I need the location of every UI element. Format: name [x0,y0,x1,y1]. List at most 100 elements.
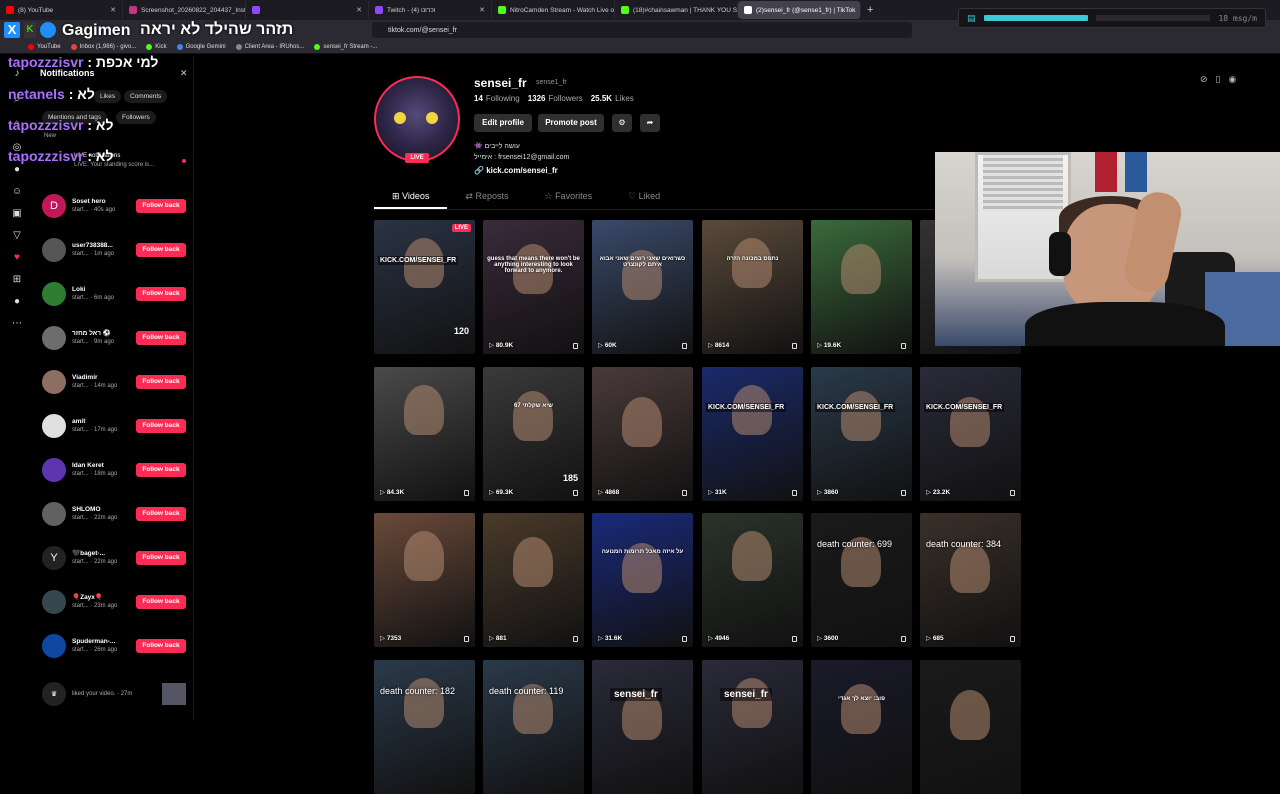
more-icon[interactable]: ⋯ [11,318,23,330]
avatar[interactable] [42,282,66,306]
list-item[interactable]: Spuderman-... start... · 26m ago Follow ba… [42,630,186,662]
browser-tab[interactable]: NitroCamden Stream - Watch Live on✕ [492,1,615,19]
bookmark-item[interactable]: Kick [146,43,167,50]
video-thumbnail[interactable]: ▷ 84.3K [374,367,475,501]
user-avatar-icon[interactable]: ◉ [1229,74,1237,85]
video-thumbnail[interactable]: guess that means there won't be anything… [483,220,584,354]
avatar[interactable] [42,238,66,262]
new-tab-icon[interactable]: + [867,4,873,16]
follow-back-button[interactable]: Follow back [136,595,186,609]
list-item[interactable]: amit start... · 17m ago Follow back [42,410,186,442]
video-thumbnail[interactable]: שיא שקלתי 67 185 ▷ 69.3K [483,367,584,501]
list-item[interactable]: 🎈Zayx🎈 start... · 23m ago Follow back [42,586,186,618]
video-thumbnail[interactable]: פוב: יוצא לך אגדי [811,660,912,794]
list-item[interactable]: SHLOMO start... · 22m ago Follow back [42,498,186,530]
video-thumbnail[interactable]: על איזה מאכל תרומות המנועה ▷ 31.6K [592,513,693,647]
follow-back-button[interactable]: Follow back [136,507,186,521]
notification-username[interactable]: Idan Keret [72,461,134,470]
video-thumbnail[interactable] [162,683,186,705]
avatar[interactable] [42,370,66,394]
notification-username[interactable]: Spuderman-... [72,637,134,646]
video-thumbnail[interactable]: KICK.COM/SENSEI_FR ▷ 23.2K [920,367,1021,501]
browser-tab[interactable]: ✕ [246,1,369,19]
video-thumbnail[interactable]: ▷ 4946 [702,513,803,647]
close-tab-icon[interactable]: ✕ [479,6,485,14]
list-item[interactable]: Loki start... · 6m ago Follow back [42,278,186,310]
video-thumbnail[interactable]: death counter: 119 [483,660,584,794]
avatar[interactable] [42,458,66,482]
messages-icon[interactable]: ▽ [11,230,23,242]
video-thumbnail[interactable]: ▷ 4868 [592,367,693,501]
follow-back-button[interactable]: Follow back [136,463,186,477]
video-thumbnail[interactable]: death counter: 182 [374,660,475,794]
notification-username[interactable]: Loki [72,285,134,294]
address-bar[interactable]: tiktok.com/@sensei_fr [372,22,912,38]
avatar[interactable] [42,502,66,526]
notification-username[interactable]: SHLOMO [72,505,134,514]
avatar[interactable]: D [42,194,66,218]
video-thumbnail[interactable]: KICK.COM/SENSEI_FR LIVE 120 [374,220,475,354]
video-thumbnail[interactable]: death counter: 384 ▷ 685 [920,513,1021,647]
promote-post-button[interactable]: Promote post [538,114,604,132]
follow-back-button[interactable]: Follow back [136,243,186,257]
tab-reposts[interactable]: ⇄ Reposts [447,188,526,209]
browser-tab[interactable]: Twitch - (4) וכרונו ✕ [369,1,492,19]
follow-back-button[interactable]: Follow back [136,199,186,213]
list-item[interactable]: D Soset hero start... · 40s ago Follow back [42,190,186,222]
tab-favorites[interactable]: ☆ Favorites [526,188,610,209]
profile-icon[interactable]: ● [11,296,23,308]
video-thumbnail[interactable]: death counter: 699 ▷ 3600 [811,513,912,647]
tab-liked[interactable]: ♡ Liked [610,188,678,209]
profile-link[interactable]: 🔗 kick.com/sensei_fr [474,166,558,175]
close-tab-icon[interactable]: ✕ [859,6,860,14]
follow-back-button[interactable]: Follow back [136,551,186,565]
browser-tab[interactable]: (18)#chainsawman | THANK YOU SO✕ [615,1,738,19]
list-item[interactable]: ♛ liked your video. · 27m [42,678,186,710]
activity-icon[interactable]: ♥ [11,252,23,264]
profile-avatar[interactable] [374,76,460,162]
settings-gear-icon[interactable]: ⚙ [612,114,632,132]
list-item[interactable]: Y 🖤baget-... start... · 22m ago Follow back [42,542,186,574]
video-thumbnail[interactable]: ▷ 881 [483,513,584,647]
notification-username[interactable]: amit [72,417,134,426]
video-thumbnail[interactable]: ▷ 19.6K [811,220,912,354]
list-item[interactable]: user738388... start... · 1m ago Follow bac… [42,234,186,266]
follow-back-button[interactable]: Follow back [136,639,186,653]
tab-likes[interactable]: Likes [94,90,122,103]
edit-profile-button[interactable]: Edit profile [474,114,532,132]
list-item[interactable]: Idan Keret start... · 18m ago Follow back [42,454,186,486]
tab-videos[interactable]: ⊞ Videos [374,188,448,209]
browser-tab[interactable]: Screenshot_20260822_204437_Insta...✕ [123,1,246,19]
upload-icon[interactable]: ⊞ [11,274,23,286]
share-icon[interactable]: ➦ [640,114,660,132]
avatar[interactable] [42,634,66,658]
followers-stat[interactable]: 1326 Followers [528,94,583,103]
notification-username[interactable]: ראל מחזר ⚽ [72,329,134,338]
avatar[interactable] [42,590,66,614]
follow-back-button[interactable]: Follow back [136,331,186,345]
avatar[interactable]: Y [42,546,66,570]
notification-username[interactable]: 🎈Zayx🎈 [72,593,134,602]
friends-icon[interactable]: ☺ [11,186,23,198]
avatar[interactable] [42,414,66,438]
compass-icon[interactable]: ⊘ [1200,74,1208,85]
bookmark-item[interactable]: sensei_fr Stream -... [314,43,377,50]
video-thumbnail[interactable] [920,660,1021,794]
video-thumbnail[interactable]: sensei_fr [702,660,803,794]
notification-username[interactable]: 🖤baget-... [72,549,134,558]
bookmark-item[interactable]: Inbox (1,986) - givo... [70,43,136,50]
video-thumbnail[interactable]: sensei_fr [592,660,693,794]
close-icon[interactable]: ✕ [180,68,188,79]
tab-followers[interactable]: Followers [116,111,156,124]
follow-back-button[interactable]: Follow back [136,419,186,433]
video-thumbnail[interactable]: כשרואים שאני רוצים שאני אבוא איתם לקונצר… [592,220,693,354]
list-item[interactable]: Viadimir start... · 14m ago Follow back [42,366,186,398]
avatar[interactable] [42,326,66,350]
browser-tab[interactable]: (2)sensei_fr (@sense1_fr) | TikTok✕ [738,1,861,19]
browser-tab[interactable]: (8) YouTube ✕ [0,1,123,19]
video-thumbnail[interactable]: KICK.COM/SENSEI_FR ▷ 3860 [811,367,912,501]
following-icon[interactable]: ● [11,164,23,176]
follow-back-button[interactable]: Follow back [136,375,186,389]
close-tab-icon[interactable]: ✕ [110,6,116,14]
follow-back-button[interactable]: Follow back [136,287,186,301]
